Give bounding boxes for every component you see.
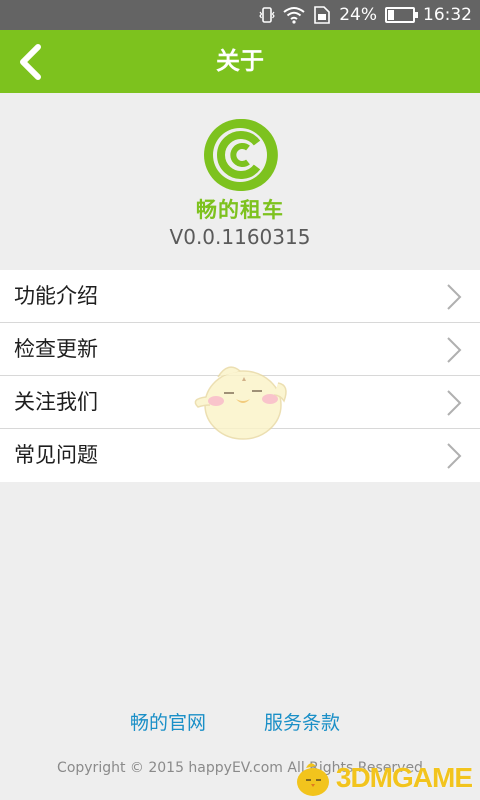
status-bar: 24% 16:32 [0, 0, 480, 30]
footer-links: 畅的官网 服务条款 [0, 708, 480, 738]
battery-icon [385, 7, 418, 23]
chevron-right-icon [447, 443, 462, 469]
mascot-chick-icon [194, 366, 287, 440]
page-title: 关于 [216, 47, 264, 75]
watermark-chick-icon [296, 763, 329, 796]
clock-time: 16:32 [423, 5, 472, 25]
wifi-icon [283, 6, 305, 24]
menu-item-label: 检查更新 [14, 337, 98, 361]
watermark: 3DMGAME [292, 758, 473, 798]
version-text: V0.0.1160315 [169, 225, 311, 249]
brand-name: 畅的租车 [196, 198, 284, 222]
vibrate-icon [259, 6, 275, 24]
chevron-right-icon [447, 337, 462, 363]
status-bar-right: 24% 16:32 [259, 0, 472, 30]
chevron-right-icon [447, 390, 462, 416]
watermark-text: 3DMGAME [335, 762, 473, 793]
app-header: 关于 [0, 30, 480, 93]
menu-item-label: 关注我们 [14, 390, 98, 414]
official-website-link[interactable]: 畅的官网 [130, 708, 206, 738]
battery-percent: 24% [339, 5, 377, 25]
sim-icon [313, 6, 331, 24]
menu-item-label: 常见问题 [14, 443, 98, 467]
terms-of-service-link[interactable]: 服务条款 [264, 708, 340, 738]
battery-fill [388, 10, 394, 20]
menu-item-features[interactable]: 功能介绍 [0, 270, 480, 323]
chevron-right-icon [447, 284, 462, 310]
app-logo-icon [204, 118, 278, 191]
menu-item-label: 功能介绍 [14, 284, 98, 308]
about-info: 畅的租车 V0.0.1160315 [0, 115, 480, 249]
